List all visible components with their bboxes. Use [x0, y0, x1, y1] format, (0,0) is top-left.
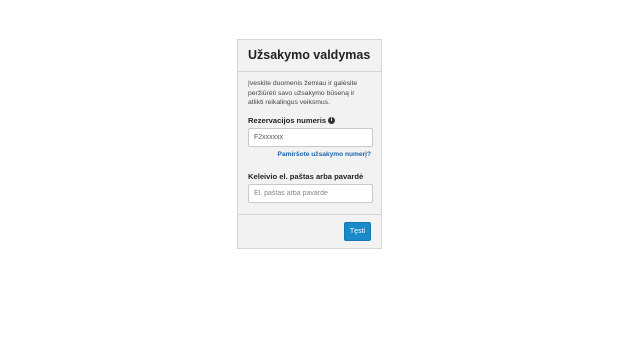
intro-text: Įveskite duomenis žemiau ir galėsite per…	[248, 80, 358, 106]
panel-header: Užsakymo valdymas	[238, 40, 381, 72]
panel-title: Užsakymo valdymas	[248, 48, 371, 62]
traveler-email-input[interactable]	[248, 183, 373, 203]
reservation-number-label-text: Rezervacijos numeris	[248, 115, 327, 125]
forgot-order-number-link[interactable]: Pamiršote užsakymo numerį?	[248, 151, 371, 158]
reservation-number-label: Rezervacijos numeris i	[248, 116, 371, 125]
traveler-email-label: Keleivio el. paštas arba pavardė	[248, 172, 371, 181]
info-circle-icon[interactable]: i	[328, 116, 336, 124]
order-management-panel: Užsakymo valdymas Įveskite duomenis žemi…	[237, 39, 382, 249]
reservation-number-input[interactable]	[248, 127, 373, 147]
panel-body: Įveskite duomenis žemiau ir galėsite per…	[238, 72, 381, 203]
traveler-email-label-text: Keleivio el. paštas arba pavardė	[248, 171, 364, 181]
panel-footer: Tęsti	[238, 214, 381, 248]
continue-button[interactable]: Tęsti	[344, 222, 371, 241]
